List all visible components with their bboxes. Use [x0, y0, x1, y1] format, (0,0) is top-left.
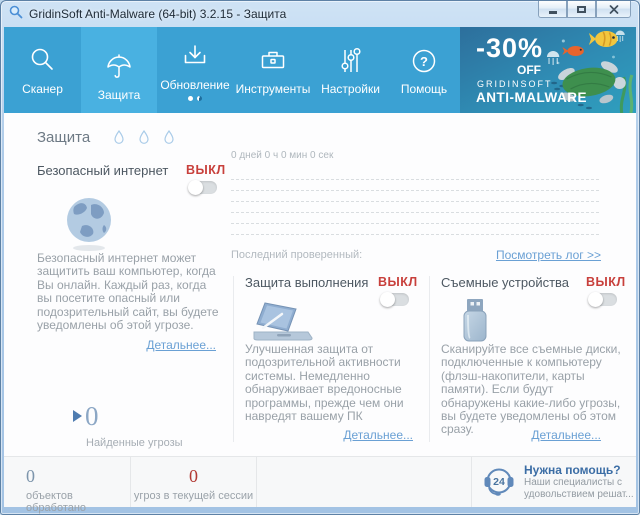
- column-divider: [429, 276, 430, 442]
- session-threats-section: 0 угроз в текущей сессии: [131, 457, 257, 507]
- tab-label: Защита: [98, 88, 141, 102]
- page-title: Защита: [37, 129, 90, 146]
- maximize-button[interactable]: [567, 1, 596, 18]
- toggle-knob: [588, 292, 603, 307]
- close-button[interactable]: [596, 1, 631, 18]
- main-navigation: Сканер Защита Обновление Инструменты: [4, 27, 636, 113]
- removable-devices-title: Съемные устройства: [441, 275, 569, 290]
- tab-label: Сканер: [22, 82, 63, 96]
- usb-drive-icon: [456, 297, 494, 348]
- brand-name-top: GRIDINSOFT: [477, 79, 553, 89]
- need-help-section[interactable]: 24 Нужна помощь? Наши специалисты с удов…: [472, 457, 636, 507]
- briefcase-icon: [258, 44, 288, 76]
- session-threats-count: 0: [131, 466, 256, 487]
- droplet-icon: [114, 130, 124, 144]
- view-log-link[interactable]: Посмотреть лог >>: [424, 248, 601, 262]
- run-protection-description: Улучшенная защита от подозрительной акти…: [245, 343, 419, 423]
- app-magnifier-icon: [9, 5, 23, 24]
- threats-found-count: 0: [85, 401, 99, 432]
- tab-label: Инструменты: [236, 82, 311, 96]
- safe-internet-state: ВЫКЛ: [186, 163, 226, 177]
- svg-text:24: 24: [493, 476, 505, 488]
- safe-internet-description: Безопасный интернет может защитить ваш к…: [37, 252, 224, 332]
- dot-half-icon: [197, 96, 202, 101]
- minimize-icon: [549, 11, 557, 14]
- run-protection-title: Защита выполнения: [245, 275, 368, 290]
- uptime-counter: 0 дней 0 ч 0 мин 0 сек: [231, 150, 333, 161]
- support-24-icon: 24: [482, 465, 516, 499]
- removable-devices-state: ВЫКЛ: [586, 275, 626, 289]
- session-threats-label: угроз в текущей сессии: [131, 490, 256, 502]
- objects-processed-label: объектов обработано: [26, 490, 130, 514]
- content-area: Защита Безопасный интернет ВЫКЛ Безопасн…: [4, 113, 636, 456]
- removable-devices-details-link[interactable]: Детальнее...: [441, 428, 601, 442]
- log-placeholder-line: [231, 190, 599, 191]
- app-window: GridinSoft Anti-Malware (64-bit) 3.2.15 …: [0, 0, 640, 515]
- threats-marker-icon: [73, 410, 82, 422]
- tab-scanner[interactable]: Сканер: [4, 27, 81, 113]
- tab-help[interactable]: ? Помощь: [388, 27, 460, 113]
- dot-icon: [188, 96, 193, 101]
- droplet-icon: [164, 130, 174, 144]
- log-placeholder-line: [231, 179, 599, 180]
- removable-devices-description: Сканируйте все съемные диски, подключенн…: [441, 343, 621, 437]
- promo-banner[interactable]: -30% OFF GRIDINSOFT ANTI-MALWARE: [460, 27, 636, 113]
- log-placeholder-line: [231, 223, 599, 224]
- column-divider: [233, 276, 234, 442]
- toggle-knob: [380, 292, 395, 307]
- minimize-button[interactable]: [538, 1, 567, 18]
- log-placeholder-line: [231, 234, 599, 235]
- download-icon: [180, 40, 210, 72]
- tab-update[interactable]: Обновление: [157, 27, 233, 113]
- window-title: GridinSoft Anti-Malware (64-bit) 3.2.15 …: [29, 7, 286, 21]
- toggle-knob: [188, 180, 203, 195]
- run-protection-details-link[interactable]: Детальнее...: [245, 428, 413, 442]
- objects-processed-section: 0 объектов обработано: [4, 457, 131, 507]
- tab-protection[interactable]: Защита: [81, 27, 157, 113]
- need-help-line2: удовольствием решат...: [524, 489, 634, 501]
- help-icon: ?: [409, 44, 439, 76]
- protection-level-droplets: [114, 130, 174, 144]
- need-help-line1: Наши специалисты с: [524, 477, 634, 489]
- status-bar-spacer: [257, 457, 472, 507]
- brand-name-bottom: ANTI-MALWARE: [476, 90, 587, 105]
- laptop-icon: [250, 301, 316, 348]
- run-protection-state: ВЫКЛ: [378, 275, 418, 289]
- tab-label: Настройки: [321, 82, 380, 96]
- removable-devices-toggle[interactable]: [589, 293, 617, 306]
- close-icon: [609, 5, 619, 14]
- log-placeholder-line: [231, 201, 599, 202]
- tab-settings[interactable]: Настройки: [313, 27, 388, 113]
- threats-found-label: Найденные угрозы: [86, 437, 183, 449]
- maximize-icon: [577, 6, 586, 13]
- titlebar[interactable]: GridinSoft Anti-Malware (64-bit) 3.2.15 …: [1, 1, 639, 27]
- need-help-title: Нужна помощь?: [524, 463, 634, 477]
- tab-label: Обновление: [160, 78, 229, 92]
- globe-icon: [64, 195, 114, 258]
- scanner-icon: [28, 44, 58, 76]
- sliders-icon: [336, 44, 366, 76]
- update-carousel-dots: [188, 96, 202, 101]
- status-bar: 0 объектов обработано 0 угроз в текущей …: [4, 456, 636, 507]
- tab-tools[interactable]: Инструменты: [233, 27, 313, 113]
- log-placeholder-line: [231, 212, 599, 213]
- off-text: OFF: [517, 63, 541, 77]
- discount-text: -30%: [476, 33, 543, 64]
- run-protection-toggle[interactable]: [381, 293, 409, 306]
- safe-internet-toggle[interactable]: [189, 181, 217, 194]
- tab-label: Помощь: [401, 82, 447, 96]
- last-checked-label: Последний проверенный:: [231, 249, 362, 261]
- safe-internet-title: Безопасный интернет: [37, 163, 168, 178]
- droplet-icon: [139, 130, 149, 144]
- safe-internet-details-link[interactable]: Детальнее...: [37, 338, 216, 352]
- svg-text:?: ?: [420, 54, 428, 69]
- umbrella-icon: [104, 50, 134, 82]
- objects-processed-count: 0: [26, 466, 130, 487]
